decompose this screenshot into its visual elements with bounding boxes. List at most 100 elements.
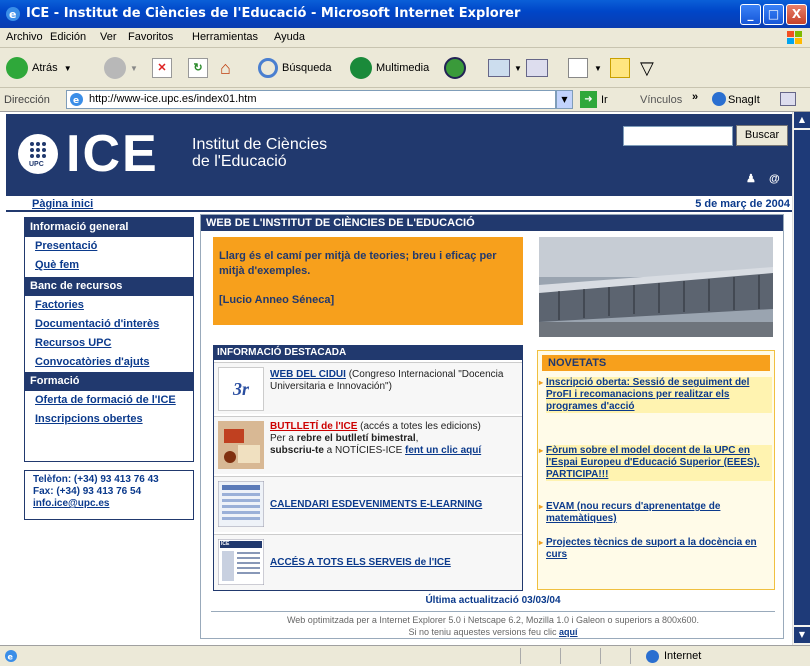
menu-herramientas[interactable]: Herramientas <box>192 31 258 43</box>
footer-here-link[interactable]: aquí <box>559 627 578 637</box>
news-item-inscripcio[interactable]: Inscripció oberta: Sessió de seguiment d… <box>539 377 772 413</box>
minimize-button[interactable]: _ <box>740 4 761 25</box>
site-search-input[interactable] <box>623 126 733 146</box>
go-button[interactable]: Ir <box>601 94 608 106</box>
sidebar-link-factories[interactable]: Factories <box>25 296 193 315</box>
address-input[interactable]: e http://www-ice.upc.es/index01.htm <box>66 90 556 109</box>
cidui-link[interactable]: WEB DEL CIDUI <box>270 369 346 380</box>
home-icon: ⌂ <box>220 58 231 78</box>
sidebar-link-que-fem[interactable]: Què fem <box>25 256 193 275</box>
news-header: NOVETATS <box>542 355 770 371</box>
menu-favoritos[interactable]: Favoritos <box>128 31 173 43</box>
site-name: Institut de Ciències de l'Educació <box>192 136 328 170</box>
news-item-forum[interactable]: Fòrum sobre el model docent de la UPC en… <box>539 445 772 481</box>
menu-ayuda[interactable]: Ayuda <box>274 31 305 43</box>
menu-edicion[interactable]: Edición <box>50 31 86 43</box>
maximize-button[interactable]: □ <box>763 4 784 25</box>
sidebar-heading-info: Informació general <box>25 218 193 237</box>
home-button[interactable]: ⌂ <box>220 56 240 80</box>
refresh-button[interactable]: ↻ <box>188 56 208 80</box>
site-header: UPC ICE Institut de Ciències de l'Educac… <box>6 114 792 196</box>
magnifier-icon <box>258 58 278 78</box>
news-item-evam[interactable]: EVAM (nou recurs d'aprenentatge de matem… <box>539 501 772 525</box>
contact-email-link[interactable]: info.ice@upc.es <box>33 498 185 510</box>
info-item-calendari: CALENDARI ESDEVENIMENTS E-LEARNING <box>214 476 522 532</box>
note-icon <box>610 58 630 78</box>
user-icon[interactable]: ♟ <box>746 173 756 185</box>
footer-note: Web optimitzada per a Internet Explorer … <box>211 611 775 638</box>
scroll-thumb[interactable] <box>794 130 810 625</box>
internet-explorer-icon: e <box>6 7 20 21</box>
back-button[interactable]: Atrás ▼ <box>6 56 72 80</box>
news-item-projectes[interactable]: Projectes tècnics de suport a la docènci… <box>539 537 772 561</box>
back-arrow-icon <box>6 57 28 79</box>
toolbar: Atrás ▼ ▼ ✕ ↻ ⌂ Búsqueda Multimedia ▼ ▼ … <box>0 48 810 88</box>
sidebar-link-presentacio[interactable]: Presentació <box>25 237 193 256</box>
links-chevron-icon[interactable]: » <box>692 91 698 103</box>
serveis-link[interactable]: ACCÉS A TOTS ELS SERVEIS de l'ICE <box>270 557 451 568</box>
stop-icon: ✕ <box>152 58 172 78</box>
site-search-button[interactable]: Buscar <box>736 125 788 146</box>
close-button[interactable]: X <box>786 4 807 25</box>
page-icon: e <box>70 93 83 106</box>
menu-ver[interactable]: Ver <box>100 31 117 43</box>
sidebar-link-oferta[interactable]: Oferta de formació de l'ICE <box>25 391 193 410</box>
top-info-line: Pàgina inici 5 de març de 2004 <box>6 198 792 212</box>
sidebar-link-inscripcions[interactable]: Inscripcions obertes <box>25 410 193 429</box>
discuss-button[interactable] <box>610 56 630 80</box>
edit-document-icon <box>568 58 588 78</box>
multimedia-button[interactable]: Multimedia <box>350 56 429 80</box>
news-box: NOVETATS Inscripció oberta: Sessió de se… <box>537 350 775 590</box>
current-date: 5 de març de 2004 <box>695 198 790 210</box>
address-url: http://www-ice.upc.es/index01.htm <box>89 93 257 105</box>
snagit-icon <box>712 92 726 106</box>
print-button[interactable] <box>526 56 548 80</box>
media-icon <box>350 57 372 79</box>
calendari-link[interactable]: CALENDARI ESDEVENIMENTS E-LEARNING <box>270 499 482 510</box>
snagit-button[interactable]: SnagIt <box>728 94 760 106</box>
search-toolbar-button[interactable]: Búsqueda <box>258 56 332 80</box>
scroll-up-button[interactable]: ▲ <box>794 112 810 128</box>
home-link[interactable]: Pàgina inici <box>32 198 93 210</box>
contact-phone: Telèfon: (+34) 93 413 76 43 <box>33 474 159 485</box>
messenger-icon: ▽ <box>640 57 654 78</box>
email-at-icon[interactable]: @ <box>769 173 780 185</box>
svg-text:e: e <box>8 653 14 662</box>
contact-fax: Fax: (+34) 93 413 76 54 <box>33 486 142 497</box>
mail-icon <box>488 59 510 77</box>
butlleti-link[interactable]: BUTLLETÍ de l'ICE <box>270 421 357 432</box>
butlleti-thumbnail <box>218 421 264 469</box>
go-arrow-icon[interactable]: ➜ <box>580 91 597 108</box>
address-dropdown-button[interactable]: ▼ <box>556 90 573 109</box>
mail-button[interactable]: ▼ <box>488 56 522 80</box>
security-zone-label: Internet <box>664 650 702 662</box>
vertical-scrollbar[interactable]: ▲ ▼ <box>792 112 810 645</box>
title-bar: e ICE - Institut de Ciències de l'Educac… <box>0 0 810 28</box>
menu-archivo[interactable]: Archivo <box>6 31 43 43</box>
sidebar-link-recursos-upc[interactable]: Recursos UPC <box>25 334 193 353</box>
calendar-thumbnail <box>218 481 264 527</box>
edit-button[interactable]: ▼ <box>568 56 602 80</box>
scroll-down-button[interactable]: ▼ <box>794 627 810 643</box>
links-label[interactable]: Vínculos <box>640 94 682 106</box>
ice-logo: ICE <box>66 125 159 183</box>
forward-button[interactable]: ▼ <box>104 56 138 80</box>
address-label: Dirección <box>4 94 50 106</box>
subscribe-link[interactable]: fent un clic aquí <box>405 445 481 456</box>
refresh-icon: ↻ <box>188 58 208 78</box>
windows-flag-icon <box>787 31 802 44</box>
stop-button[interactable]: ✕ <box>152 56 172 80</box>
info-item-cidui: 3r WEB DEL CIDUI (Congreso Internacional… <box>214 362 522 414</box>
messenger-button[interactable]: ▽ <box>640 56 654 80</box>
snagit-capture-icon[interactable] <box>780 92 796 106</box>
sidebar-link-documentacio[interactable]: Documentació d'interès <box>25 315 193 334</box>
page-status-icon: e <box>5 650 17 662</box>
svg-text:e: e <box>73 96 79 106</box>
main-content: WEB DE L'INSTITUT DE CIÈNCIES DE L'EDUCA… <box>200 214 784 639</box>
sidebar-link-convocatories[interactable]: Convocatòries d'ajuts <box>25 353 193 372</box>
forward-arrow-icon <box>104 57 126 79</box>
last-update: Última actualització 03/03/04 <box>425 595 561 606</box>
history-button[interactable] <box>444 56 466 80</box>
quote-text: Llarg és el camí per mitjà de teories; b… <box>219 250 497 277</box>
upc-logo-text: UPC <box>29 161 44 168</box>
